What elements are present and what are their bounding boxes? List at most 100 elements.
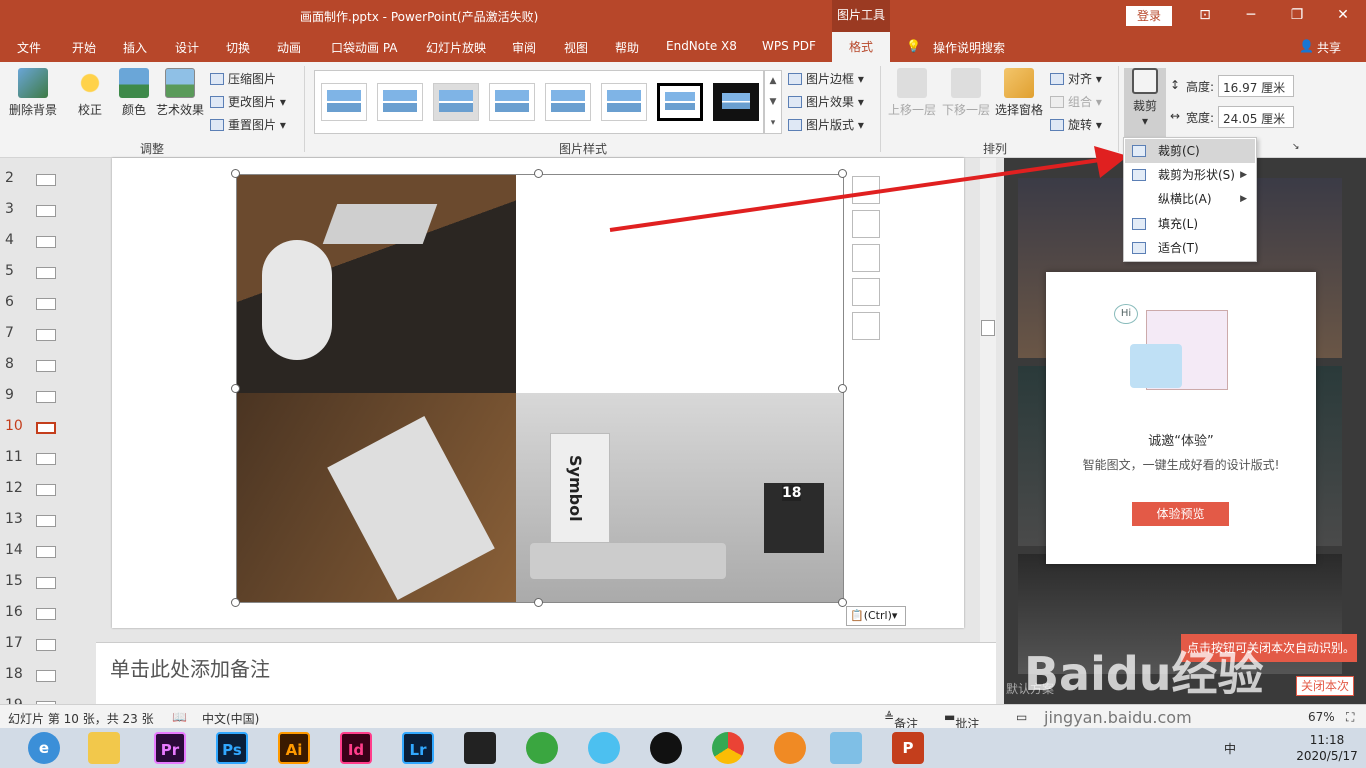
chrome-icon[interactable] — [712, 732, 744, 764]
style-thumb[interactable] — [489, 83, 535, 121]
gallery-scroll[interactable]: ▲ ▼ ▾ — [764, 70, 782, 134]
app-pr-icon[interactable]: Pr — [154, 732, 186, 764]
replace-picture-icon[interactable] — [852, 278, 880, 306]
size-dialog-launcher[interactable]: ↘ — [1292, 142, 1300, 152]
size-position-icon[interactable] — [852, 312, 880, 340]
ime-indicator[interactable]: 中 — [1224, 740, 1236, 757]
try-preview-button[interactable]: 体验预览 — [1132, 502, 1229, 526]
close-button[interactable]: ✕ — [1320, 0, 1366, 32]
slide-thumbnail[interactable] — [36, 577, 56, 589]
slide-thumbnail[interactable] — [36, 360, 56, 372]
tab-slideshow[interactable]: 幻灯片放映 — [426, 39, 486, 56]
slide-number[interactable]: 8 — [5, 356, 14, 372]
align-button[interactable]: 对齐 ▾ — [1050, 70, 1102, 87]
height-input[interactable]: 16.97 厘米 — [1218, 75, 1294, 97]
style-thumb[interactable] — [377, 83, 423, 121]
style-thumb[interactable] — [601, 83, 647, 121]
app-icon[interactable] — [830, 732, 862, 764]
normal-view-icon[interactable]: ▭ — [1016, 710, 1027, 724]
slide-number[interactable]: 16 — [5, 604, 23, 620]
crop-button[interactable]: 裁剪 ▾ — [1124, 68, 1166, 138]
picture-effects-button[interactable]: 图片效果 ▾ — [788, 93, 864, 110]
slide-number[interactable]: 4 — [5, 232, 14, 248]
tab-animations[interactable]: 动画 — [277, 39, 301, 56]
powerpoint-taskbar-icon[interactable]: P — [892, 732, 924, 764]
selection-pane-button[interactable]: 选择窗格 — [993, 68, 1045, 118]
resize-handle[interactable] — [534, 598, 543, 607]
slide-number[interactable]: 9 — [5, 387, 14, 403]
slide-thumbnail[interactable] — [36, 298, 56, 310]
picture-border-button[interactable]: 图片边框 ▾ — [788, 70, 864, 87]
slide-thumbnail[interactable] — [36, 670, 56, 682]
scroll-thumb[interactable] — [981, 320, 995, 336]
resize-handle[interactable] — [838, 384, 847, 393]
share-button[interactable]: 共享 — [1317, 39, 1341, 56]
notes-pane[interactable]: 单击此处添加备注 — [96, 642, 996, 704]
slide-thumbnail[interactable] — [36, 329, 56, 341]
menu-item-fill[interactable]: 填充(L) — [1125, 212, 1255, 236]
tab-help[interactable]: 帮助 — [615, 39, 639, 56]
notes-toggle[interactable]: ≜ 备注 — [884, 710, 918, 731]
slide-number[interactable]: 15 — [5, 573, 23, 589]
tab-transitions[interactable]: 切换 — [226, 39, 250, 56]
slide-number[interactable]: 12 — [5, 480, 23, 496]
slide-thumbnail[interactable] — [36, 484, 56, 496]
paste-options-button[interactable]: 📋(Ctrl)▾ — [846, 606, 906, 626]
tab-design[interactable]: 设计 — [175, 39, 199, 56]
slide-thumbnail[interactable] — [36, 515, 56, 527]
slide-number[interactable]: 3 — [5, 201, 14, 217]
app-icon[interactable] — [526, 732, 558, 764]
tab-insert[interactable]: 插入 — [123, 39, 147, 56]
resize-handle[interactable] — [231, 169, 240, 178]
fit-slide-icon[interactable]: ⛶ — [1346, 710, 1354, 725]
group-button[interactable]: 组合 ▾ — [1050, 93, 1102, 110]
picture-styles-gallery[interactable] — [314, 70, 764, 134]
style-thumb[interactable] — [321, 83, 367, 121]
slide-thumbnail[interactable] — [36, 174, 56, 186]
resize-handle[interactable] — [534, 169, 543, 178]
tab-pocket-animation[interactable]: 口袋动画 PA — [331, 39, 398, 56]
minimize-button[interactable]: ─ — [1228, 0, 1274, 32]
send-backward-button[interactable]: 下移一层 — [940, 68, 992, 118]
thumbnail-scrollbar[interactable] — [76, 158, 90, 704]
slide-number[interactable]: 5 — [5, 263, 14, 279]
app-lr-icon[interactable]: Lr — [402, 732, 434, 764]
restore-button[interactable]: ❐ — [1274, 0, 1320, 32]
slide-number[interactable]: 11 — [5, 449, 23, 465]
slide-thumbnail[interactable] — [36, 422, 56, 434]
slide-number[interactable]: 13 — [5, 511, 23, 527]
zoom-level[interactable]: 67% — [1308, 710, 1335, 724]
slide-number[interactable]: 14 — [5, 542, 23, 558]
style-thumb[interactable] — [545, 83, 591, 121]
corrections-button[interactable]: 校正 — [72, 68, 108, 118]
app-ps-icon[interactable]: Ps — [216, 732, 248, 764]
comments-toggle[interactable]: ▬ 批注 — [944, 710, 979, 731]
spellcheck-icon[interactable]: 📖 — [172, 710, 187, 724]
slide-number[interactable]: 10 — [5, 418, 23, 434]
bring-forward-button[interactable]: 上移一层 — [886, 68, 938, 118]
slide-thumbnail[interactable] — [36, 453, 56, 465]
slide-thumbnail[interactable] — [36, 236, 56, 248]
tab-file[interactable]: 文件 — [17, 39, 41, 56]
rotate-button[interactable]: 旋转 ▾ — [1050, 116, 1102, 133]
menu-item-aspect-ratio[interactable]: 纵横比(A) ▶ — [1125, 187, 1255, 211]
slide-thumbnail[interactable] — [36, 639, 56, 651]
tab-home[interactable]: 开始 — [72, 39, 96, 56]
tell-me-search[interactable]: 操作说明搜索 — [933, 39, 1005, 56]
browser-icon[interactable]: e — [28, 732, 60, 764]
slide-number[interactable]: 7 — [5, 325, 14, 341]
tab-review[interactable]: 审阅 — [512, 39, 536, 56]
artistic-effects-button[interactable]: 艺术效果 — [154, 68, 206, 118]
tab-endnote[interactable]: EndNote X8 — [666, 39, 737, 53]
slide-number[interactable]: 2 — [5, 170, 14, 186]
resize-handle[interactable] — [231, 384, 240, 393]
picture-layout-button[interactable]: 图片版式 ▾ — [788, 116, 864, 133]
file-explorer-icon[interactable] — [88, 732, 120, 764]
app-id-icon[interactable]: Id — [340, 732, 372, 764]
slide-number[interactable]: 18 — [5, 666, 23, 682]
slide-thumbnail[interactable] — [36, 391, 56, 403]
tab-format[interactable]: 格式 — [832, 32, 890, 62]
clock[interactable]: 11:18 2020/5/17 — [1296, 732, 1358, 764]
app-icon[interactable] — [774, 732, 806, 764]
compress-pictures-button[interactable]: 压缩图片 — [210, 70, 276, 87]
